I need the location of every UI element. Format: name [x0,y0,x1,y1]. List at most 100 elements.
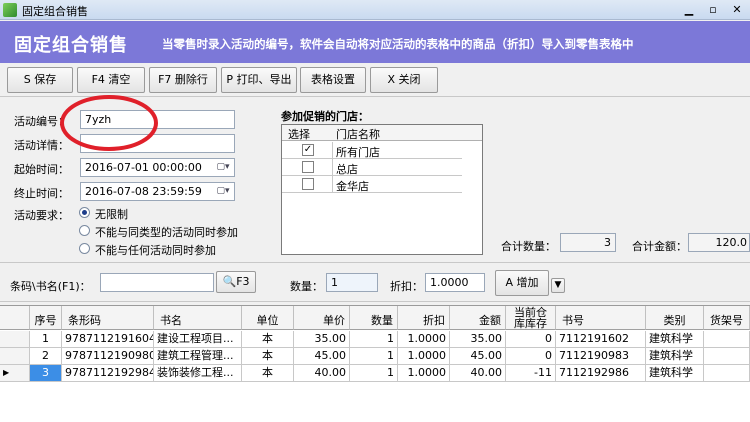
table-cell[interactable]: 0 [506,348,556,365]
discount-input[interactable]: 1.0000 [425,273,485,292]
requirement-label: 活动要求： [14,209,69,222]
row-selector-header [0,306,30,330]
option-no-limit-label: 无限制 [95,208,128,221]
table-cell[interactable]: 1.0000 [398,348,450,365]
page-title: 固定组合销售 [14,35,128,56]
table-cell[interactable]: 40.00 [294,365,350,382]
table-cell[interactable]: 1 [30,331,62,348]
col-header[interactable]: 书名 [154,306,242,330]
store-row[interactable]: ✓ 所有门店 [282,142,462,159]
option-no-any-activity-label: 不能与任何活动同时参加 [95,244,216,257]
col-header[interactable]: 类别 [646,306,704,330]
table-cell[interactable]: 9787112192984 [62,365,154,382]
table-cell[interactable]: 1 [350,331,398,348]
table-cell[interactable]: 1 [350,365,398,382]
add-dropdown-icon[interactable]: ▼ [551,278,565,293]
radio-no-same-type[interactable] [79,225,90,236]
title-bar: 固定组合销售 ▁ ▫ ✕ [0,0,750,20]
table-cell[interactable]: 建筑科学 [646,348,704,365]
end-time-value: 2016-07-08 23:59:59 [85,185,202,198]
table-cell[interactable] [704,331,750,348]
search-button-label: F3 [236,275,250,288]
table-cell[interactable]: 35.00 [450,331,506,348]
total-qty-value: 3 [560,233,616,252]
table-settings-button[interactable]: 表格设置 [300,67,366,93]
table-cell[interactable]: 建筑科学 [646,365,704,382]
store-row[interactable]: 总店 [282,159,462,176]
table-cell[interactable]: 7112191602 [556,331,646,348]
table-cell[interactable]: -11 [506,365,556,382]
col-header[interactable]: 序号 [30,306,62,330]
table-cell[interactable]: 7112192986 [556,365,646,382]
table-cell[interactable]: 40.00 [450,365,506,382]
option-no-same-type-label: 不能与同类型的活动同时参加 [95,226,238,239]
radio-no-any-activity[interactable] [79,243,90,254]
search-icon: 🔍 [222,275,237,288]
store-checkbox[interactable]: ✓ [302,144,314,156]
col-header[interactable]: 单价 [294,306,350,330]
save-button[interactable]: S 保存 [7,67,73,93]
store-name: 总店 [336,163,358,176]
table-cell[interactable]: 1.0000 [398,365,450,382]
maximize-icon[interactable]: ▫ [702,2,724,18]
table-cell[interactable]: 建设工程项目... [154,331,242,348]
minimize-icon[interactable]: ▁ [678,2,700,18]
calendar-dropdown-icon[interactable]: ▢▾ [213,185,233,198]
discount-label: 折扣： [390,280,423,293]
store-checkbox[interactable] [302,161,314,173]
row-selector[interactable] [0,348,30,365]
table-cell[interactable]: 建筑工程管理... [154,348,242,365]
delete-row-button[interactable]: F7 删除行 [149,67,217,93]
search-button[interactable]: 🔍F3 [216,271,256,293]
table-cell[interactable]: 9787112190980 [62,348,154,365]
calendar-dropdown-icon[interactable]: ▢▾ [213,161,233,174]
table-cell[interactable] [704,348,750,365]
col-header[interactable]: 折扣 [398,306,450,330]
row-selector[interactable] [0,331,30,348]
stores-label: 参加促销的门店： [281,110,369,123]
table-cell[interactable]: 3 [30,365,62,382]
table-cell[interactable]: 1.0000 [398,331,450,348]
store-row[interactable]: 金华店 [282,176,462,193]
col-header[interactable]: 数量 [350,306,398,330]
table-cell[interactable]: 35.00 [294,331,350,348]
col-header[interactable]: 金额 [450,306,506,330]
start-time-value: 2016-07-01 00:00:00 [85,161,202,174]
table-cell[interactable]: 建筑科学 [646,331,704,348]
table-cell[interactable]: 45.00 [294,348,350,365]
add-button[interactable]: A 增加 [495,270,549,296]
close-window-icon[interactable]: ✕ [726,2,748,18]
toolbar: S 保存 F4 清空 F7 删除行 P 打印、导出 表格设置 X 关闭 [0,63,750,97]
col-header[interactable]: 货架号 [704,306,750,330]
table-cell[interactable] [704,365,750,382]
table-cell[interactable]: 2 [30,348,62,365]
table-cell[interactable]: 装饰装修工程... [154,365,242,382]
header-banner: 固定组合销售 当零售时录入活动的编号，软件会自动将对应活动的表格中的商品（折扣）… [0,21,750,63]
store-checkbox[interactable] [302,178,314,190]
end-time-picker[interactable]: 2016-07-08 23:59:59 ▢▾ [80,182,235,201]
col-header[interactable]: 书号 [556,306,646,330]
clear-button[interactable]: F4 清空 [77,67,145,93]
col-header[interactable]: 当前仓库库存 [506,306,556,330]
table-cell[interactable]: 本 [242,348,294,365]
barcode-input[interactable] [100,273,214,292]
qty-input[interactable]: 1 [326,273,378,292]
row-selector[interactable]: ▶ [0,365,30,382]
print-export-button[interactable]: P 打印、导出 [221,67,297,93]
table-cell[interactable]: 0 [506,331,556,348]
stores-table-header: 选择 门店名称 [282,125,482,141]
table-cell[interactable]: 本 [242,365,294,382]
table-cell[interactable]: 本 [242,331,294,348]
scan-bar: 条码\书名(F1)： 🔍F3 数量： 1 折扣： 1.0000 A 增加 ▼ [0,262,750,302]
table-cell[interactable]: 45.00 [450,348,506,365]
radio-no-limit[interactable] [79,207,90,218]
col-header[interactable]: 条形码 [62,306,154,330]
close-button[interactable]: X 关闭 [370,67,438,93]
table-cell[interactable]: 9787112191604 [62,331,154,348]
start-time-label: 起始时间： [14,163,69,176]
start-time-picker[interactable]: 2016-07-01 00:00:00 ▢▾ [80,158,235,177]
window-title: 固定组合销售 [22,5,88,18]
table-cell[interactable]: 1 [350,348,398,365]
col-header[interactable]: 单位 [242,306,294,330]
table-cell[interactable]: 7112190983 [556,348,646,365]
